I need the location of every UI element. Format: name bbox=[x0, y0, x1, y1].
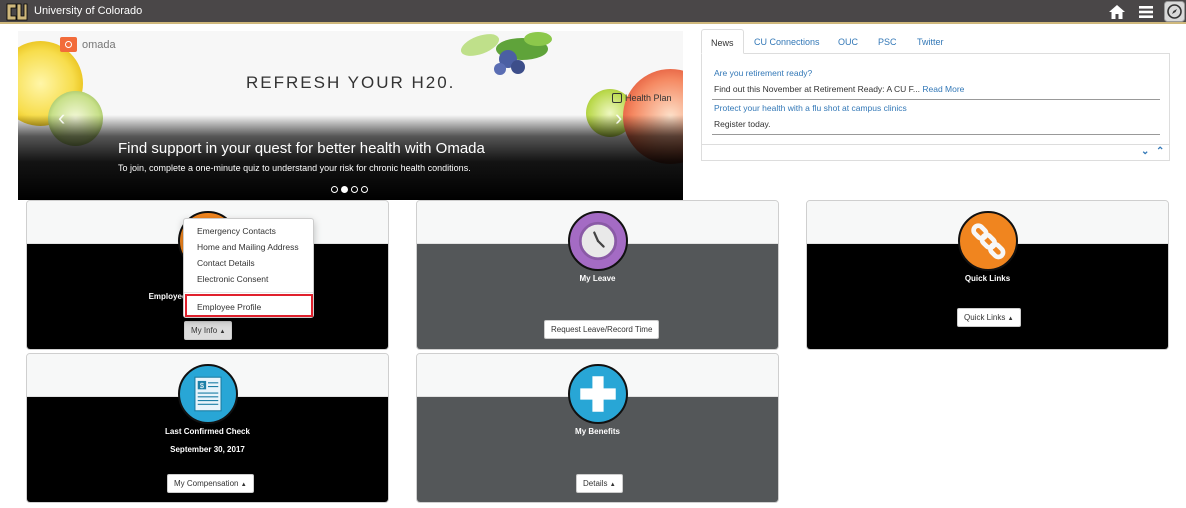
carousel-next-icon[interactable]: › bbox=[615, 105, 622, 131]
carousel-dot[interactable] bbox=[331, 186, 338, 193]
tile-title: My Leave bbox=[579, 274, 616, 283]
carousel-dot-active[interactable] bbox=[341, 186, 348, 193]
tab-news[interactable]: News bbox=[701, 29, 744, 54]
tab-ouc[interactable]: OUC bbox=[838, 29, 858, 54]
carousel-title: Find support in your quest for better he… bbox=[118, 140, 485, 157]
news-item-body-text: Find out this November at Retirement Rea… bbox=[714, 84, 920, 94]
news-divider bbox=[712, 99, 1160, 100]
tile-title: Last Confirmed Check bbox=[165, 427, 250, 436]
banner-headline: REFRESH YOUR H20. bbox=[246, 73, 456, 92]
news-item-headline[interactable]: Are you retirement ready? bbox=[714, 68, 812, 78]
tile-last-confirmed-check: $ Last Confirmed Check September 30, 201… bbox=[26, 353, 389, 503]
health-plan-label: Health Plan bbox=[612, 93, 672, 103]
caret-up-icon: ▲ bbox=[219, 329, 226, 335]
omada-logo-icon bbox=[60, 37, 77, 52]
tile-my-leave: My Leave Request Leave/Record Time bbox=[416, 200, 779, 350]
news-item-body: Find out this November at Retirement Rea… bbox=[714, 84, 964, 94]
caret-up-icon: ▲ bbox=[609, 482, 616, 488]
carousel-dot[interactable] bbox=[361, 186, 368, 193]
my-info-dropdown-menu: Emergency Contacts Home and Mailing Addr… bbox=[183, 218, 314, 318]
menu-item-electronic-consent[interactable]: Electronic Consent bbox=[197, 274, 268, 284]
check-date: September 30, 2017 bbox=[170, 445, 245, 454]
carousel-prev-icon[interactable]: ‹ bbox=[58, 105, 65, 131]
details-button[interactable]: Details ▲ bbox=[576, 474, 623, 493]
news-divider bbox=[712, 134, 1160, 135]
menu-divider bbox=[184, 292, 313, 293]
tab-cu-connections[interactable]: CU Connections bbox=[754, 29, 820, 54]
menu-icon[interactable] bbox=[1138, 4, 1154, 20]
button-label: My Compensation bbox=[174, 479, 239, 488]
clock-icon[interactable] bbox=[568, 211, 628, 271]
chevron-up-icon[interactable]: ⌃ bbox=[1156, 146, 1164, 157]
tile-title: My Benefits bbox=[575, 427, 620, 436]
top-bar: University of Colorado bbox=[0, 0, 1186, 24]
tile-title: Quick Links bbox=[964, 274, 1011, 283]
news-item-headline[interactable]: Protect your health with a flu shot at c… bbox=[714, 103, 907, 113]
cu-logo-icon[interactable] bbox=[6, 2, 28, 22]
quick-links-button[interactable]: Quick Links ▲ bbox=[957, 308, 1021, 327]
health-plan-text: Health Plan bbox=[625, 93, 672, 103]
tile-my-benefits: My Benefits Details ▲ bbox=[416, 353, 779, 503]
berries-image bbox=[460, 32, 552, 75]
tile-quick-links: Quick Links Quick Links ▲ bbox=[806, 200, 1169, 350]
health-plan-icon bbox=[612, 93, 622, 103]
omada-logo-text: omada bbox=[82, 38, 116, 51]
carousel-indicators bbox=[331, 186, 368, 193]
menu-item-emergency-contacts[interactable]: Emergency Contacts bbox=[197, 226, 276, 236]
carousel-subtitle: To join, complete a one-minute quiz to u… bbox=[118, 163, 471, 173]
my-info-button[interactable]: My Info ▲ bbox=[184, 321, 233, 340]
button-label: Quick Links bbox=[964, 313, 1006, 322]
tab-twitter[interactable]: Twitter bbox=[917, 29, 944, 54]
paycheck-icon[interactable]: $ bbox=[178, 364, 238, 424]
news-footer bbox=[701, 144, 1170, 145]
my-compensation-button[interactable]: My Compensation ▲ bbox=[167, 474, 254, 493]
button-label: Details bbox=[583, 479, 608, 488]
request-leave-button[interactable]: Request Leave/Record Time bbox=[544, 320, 660, 339]
news-tabs: News CU Connections OUC PSC Twitter bbox=[701, 29, 1170, 54]
menu-item-employee-profile[interactable]: Employee Profile bbox=[197, 302, 261, 312]
brand-name: University of Colorado bbox=[34, 5, 143, 17]
chevron-down-icon[interactable]: ⌄ bbox=[1141, 146, 1149, 157]
chain-link-icon[interactable] bbox=[958, 211, 1018, 271]
omada-logo: omada bbox=[60, 37, 116, 52]
caret-up-icon: ▲ bbox=[1007, 316, 1014, 322]
menu-item-contact-details[interactable]: Contact Details bbox=[197, 258, 255, 268]
carousel-dot[interactable] bbox=[351, 186, 358, 193]
read-more-link[interactable]: Read More bbox=[922, 84, 964, 94]
tab-psc[interactable]: PSC bbox=[878, 29, 897, 54]
medical-cross-icon[interactable] bbox=[568, 364, 628, 424]
news-panel: News CU Connections OUC PSC Twitter Are … bbox=[701, 29, 1170, 161]
promo-carousel[interactable]: omada REFRESH YOUR H20. Health Plan Find… bbox=[18, 31, 683, 200]
news-item-body: Register today. bbox=[714, 119, 771, 129]
button-label: My Info bbox=[191, 326, 218, 335]
caret-up-icon: ▲ bbox=[240, 482, 247, 488]
compass-icon[interactable] bbox=[1164, 1, 1185, 22]
menu-item-home-mailing-address[interactable]: Home and Mailing Address bbox=[197, 242, 299, 252]
home-icon[interactable] bbox=[1108, 3, 1126, 21]
